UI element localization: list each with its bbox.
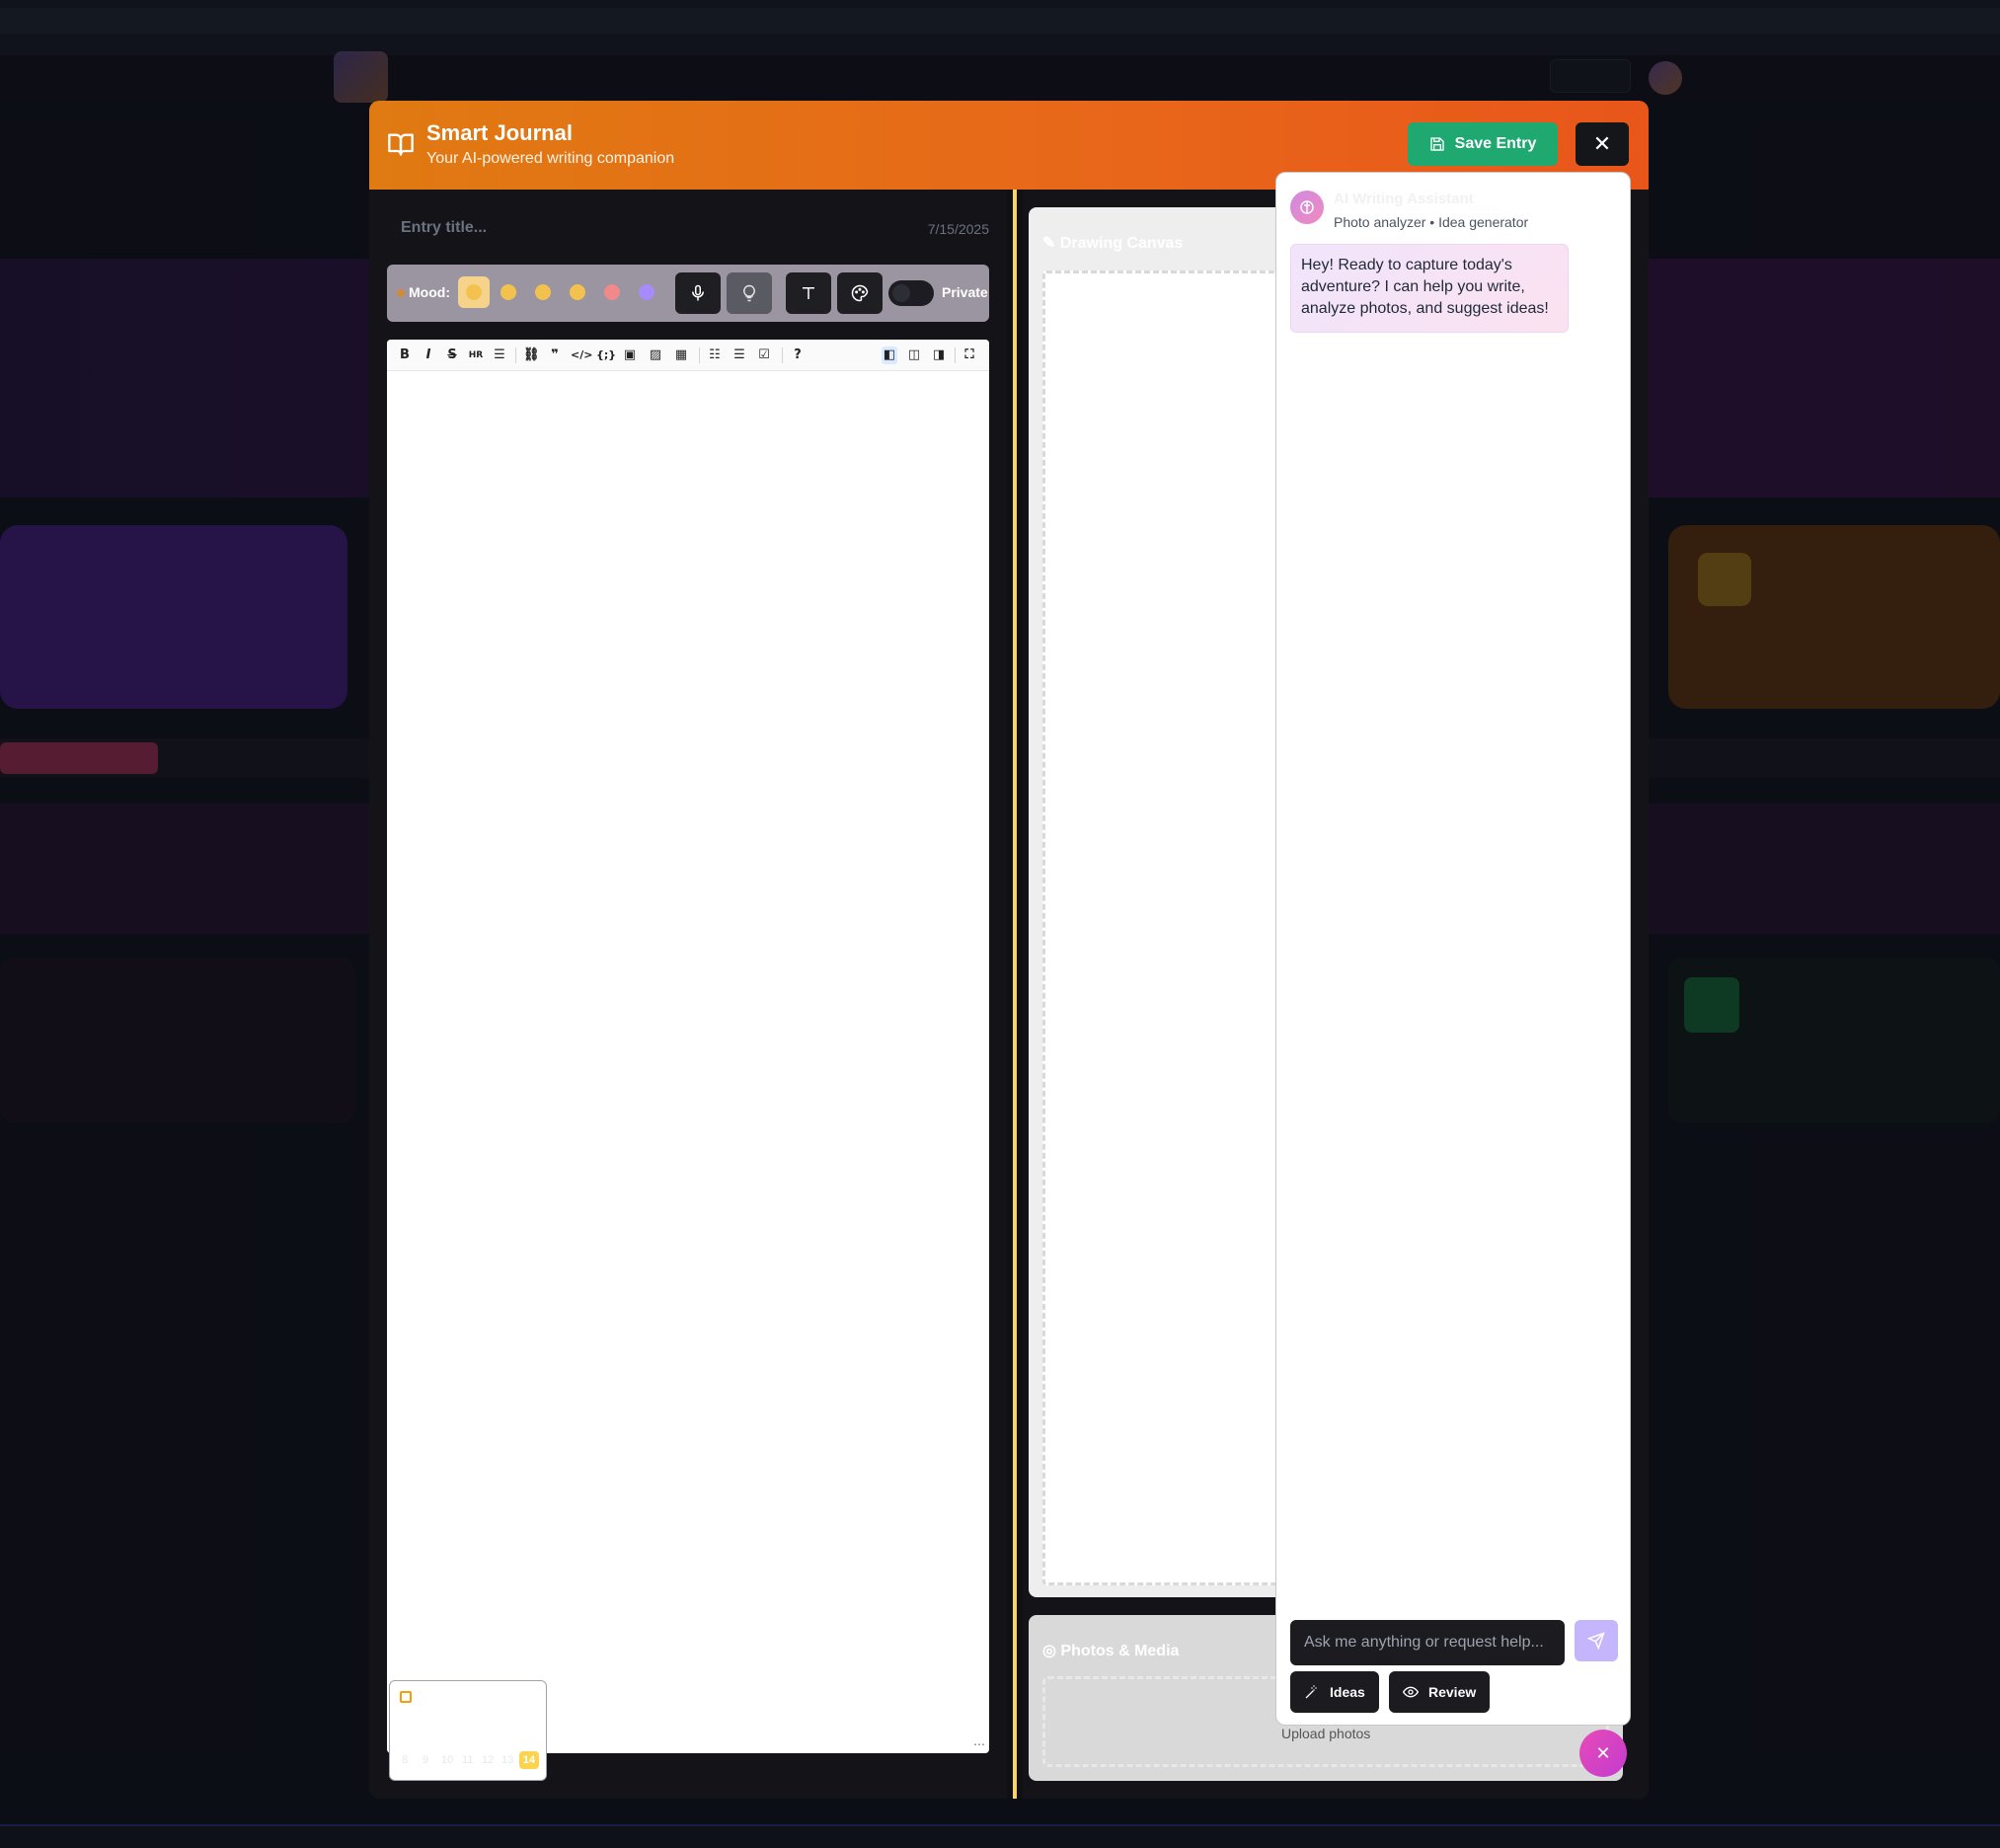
photos-media-title: ◎ Photos & Media [1042, 1643, 1180, 1659]
close-icon: ✕ [1595, 1742, 1611, 1763]
calendar-day[interactable]: 9 [423, 1754, 428, 1766]
checked-list-icon[interactable]: ☑ [756, 346, 772, 364]
thinking-face-icon [570, 284, 585, 300]
excited-face-icon [604, 284, 620, 300]
close-modal-button[interactable]: ✕ [1576, 122, 1629, 166]
mood-dot-icon [397, 289, 405, 297]
entry-date: 7/15/2025 [927, 221, 989, 237]
lightbulb-icon [743, 284, 755, 302]
fullscreen-icon[interactable]: ⛶ [962, 346, 977, 364]
image-icon[interactable]: ▨ [648, 346, 663, 364]
magic-wand-icon [1305, 1685, 1317, 1699]
camera-icon: ◎ [1042, 1643, 1061, 1659]
book-icon [388, 133, 414, 156]
ideas-button[interactable]: Ideas [1290, 1671, 1379, 1713]
calendar-day[interactable]: 13 [501, 1754, 513, 1766]
modal-subtitle: Your AI-powered writing companion [426, 150, 675, 167]
table-icon[interactable]: ▦ [673, 346, 689, 364]
modal-title: Smart Journal [426, 120, 573, 145]
italic-icon[interactable]: I [421, 346, 436, 364]
voice-input-button[interactable] [675, 272, 721, 314]
ai-prompt-input[interactable]: Ask me anything or request help... [1290, 1620, 1565, 1665]
microphone-icon [692, 284, 704, 301]
ai-assistant-subtitle: Photo analyzer • Idea generator [1334, 214, 1529, 230]
calendar-today[interactable]: 14 [519, 1751, 539, 1769]
mood-sad-button[interactable] [527, 276, 559, 308]
drawing-canvas-title: ✎ Drawing Canvas [1042, 235, 1184, 252]
calendar-icon [400, 1691, 412, 1703]
help-icon[interactable]: ? [790, 346, 806, 364]
mood-excited-button[interactable] [596, 276, 628, 308]
save-entry-label: Save Entry [1454, 135, 1537, 152]
resize-handle-icon[interactable]: ⋯ [973, 1737, 985, 1751]
brain-icon [1300, 200, 1314, 214]
pane-divider[interactable] [1007, 190, 1023, 1799]
private-toggle[interactable] [888, 280, 934, 306]
link-icon[interactable]: ⛓ [523, 346, 540, 364]
unordered-list-icon[interactable]: ☷ [707, 346, 723, 364]
sad-face-icon [535, 284, 551, 300]
mood-label: Mood: [397, 284, 450, 300]
title-icon[interactable]: ☰ [492, 346, 507, 364]
strikethrough-icon[interactable]: S [444, 346, 460, 364]
mood-thinking-button[interactable] [562, 276, 593, 308]
comment-icon[interactable]: ▣ [622, 346, 638, 364]
ai-message: Hey! Ready to capture today's adventure?… [1290, 244, 1569, 333]
save-icon [1429, 137, 1444, 151]
other-mood-icon [639, 284, 654, 300]
pencil-icon: ✎ [1042, 235, 1060, 252]
edit-mode-icon[interactable]: ◧ [882, 346, 897, 364]
neutral-face-icon [500, 284, 516, 300]
horizontal-rule-icon[interactable]: HR [468, 346, 484, 364]
ordered-list-icon[interactable]: ☰ [731, 346, 747, 364]
code-icon[interactable]: </> [571, 346, 592, 364]
idea-button[interactable] [727, 272, 772, 314]
upload-photos-label[interactable]: Upload photos [1281, 1726, 1370, 1741]
entry-title-input[interactable]: Entry title... [401, 219, 487, 237]
mood-happy-button[interactable] [458, 276, 490, 308]
send-icon [1587, 1632, 1605, 1650]
markdown-editor[interactable]: B I S HR ☰ ⛓ ❞ </> {;} ▣ ▨ ▦ ☷ ☰ ☑ ? ◧ ◫… [387, 340, 989, 1753]
ai-send-button[interactable] [1575, 1620, 1618, 1661]
code-block-icon[interactable]: {;} [596, 346, 616, 364]
calendar-day[interactable]: 11 [462, 1754, 473, 1766]
eye-icon [1403, 1686, 1419, 1698]
save-entry-button[interactable]: Save Entry [1408, 122, 1558, 166]
mood-toolbar: Mood: Private [387, 265, 989, 322]
text-format-button[interactable] [786, 272, 831, 314]
review-button[interactable]: Review [1389, 1671, 1491, 1713]
close-icon: ✕ [1592, 131, 1612, 156]
editor-toolbar: B I S HR ☰ ⛓ ❞ </> {;} ▣ ▨ ▦ ☷ ☰ ☑ ? ◧ ◫… [387, 340, 989, 371]
calendar-day[interactable]: 12 [482, 1754, 494, 1766]
assistant-toggle-button[interactable]: ✕ [1579, 1730, 1627, 1777]
palette-icon [851, 284, 869, 302]
calendar-day[interactable]: 8 [402, 1754, 408, 1766]
preview-mode-icon[interactable]: ◨ [931, 346, 947, 364]
theme-palette-button[interactable] [837, 272, 883, 314]
happy-face-icon [466, 284, 482, 300]
live-mode-icon[interactable]: ◫ [906, 346, 922, 364]
mood-other-button[interactable] [631, 276, 662, 308]
ai-assistant-name: AI Writing Assistant [1334, 191, 1474, 207]
mood-neutral-button[interactable] [493, 276, 524, 308]
mini-calendar: 8 9 10 11 12 13 14 [389, 1680, 547, 1781]
ai-assistant-panel: AI Writing Assistant Photo analyzer • Id… [1275, 172, 1631, 1726]
ideas-label: Ideas [1330, 1684, 1365, 1700]
text-icon [803, 287, 814, 299]
bold-icon[interactable]: B [397, 346, 413, 364]
private-label: Private [942, 284, 988, 300]
review-label: Review [1428, 1684, 1477, 1700]
ai-avatar [1290, 191, 1324, 224]
calendar-day[interactable]: 10 [441, 1754, 453, 1766]
quote-icon[interactable]: ❞ [547, 346, 563, 364]
